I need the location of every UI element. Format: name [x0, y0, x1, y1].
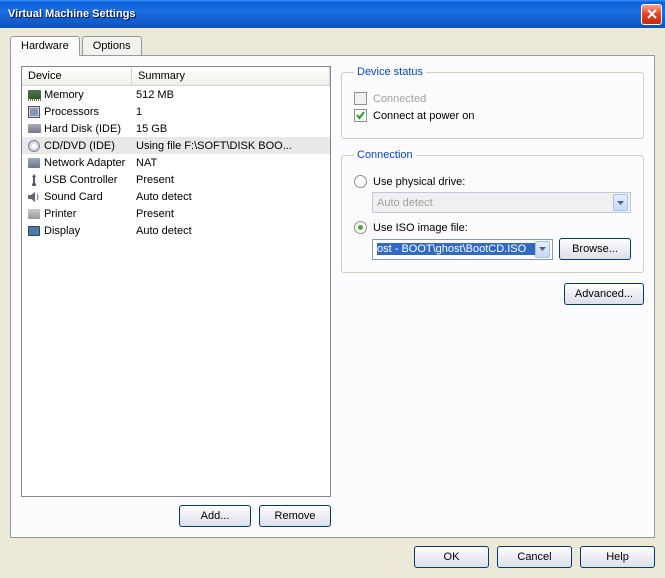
device-name: Memory	[44, 89, 136, 101]
iso-radio[interactable]	[354, 221, 367, 234]
check-icon	[355, 110, 366, 121]
device-name: Network Adapter	[44, 157, 136, 169]
iso-label: Use ISO image file:	[373, 222, 468, 234]
device-name: USB Controller	[44, 174, 136, 186]
connected-row[interactable]: Connected	[354, 92, 631, 105]
device-name: Hard Disk (IDE)	[44, 123, 136, 135]
device-row[interactable]: Network AdapterNAT	[22, 154, 330, 171]
advanced-button[interactable]: Advanced...	[564, 283, 644, 305]
physical-drive-label: Use physical drive:	[373, 176, 465, 188]
device-row[interactable]: DisplayAuto detect	[22, 222, 330, 239]
device-summary: Auto detect	[136, 191, 326, 203]
advanced-row: Advanced...	[341, 283, 644, 305]
device-name: Display	[44, 225, 136, 237]
connected-checkbox	[354, 92, 367, 105]
device-name: Processors	[44, 106, 136, 118]
device-row[interactable]: Processors1	[22, 103, 330, 120]
iso-combo[interactable]: ost - BOOT\ghost\BootCD.ISO	[372, 239, 553, 260]
close-icon	[647, 9, 657, 19]
browse-button[interactable]: Browse...	[559, 238, 631, 260]
ok-button[interactable]: OK	[414, 546, 489, 568]
device-summary: NAT	[136, 157, 326, 169]
physical-drive-row[interactable]: Use physical drive:	[354, 175, 631, 188]
connect-poweron-row[interactable]: Connect at power on	[354, 109, 631, 122]
printer-icon	[26, 207, 42, 221]
left-button-row: Add... Remove	[21, 505, 331, 527]
physical-drive-radio[interactable]	[354, 175, 367, 188]
device-row[interactable]: USB ControllerPresent	[22, 171, 330, 188]
tab-options[interactable]: Options	[82, 36, 142, 56]
col-header-device[interactable]: Device	[22, 67, 132, 86]
device-row[interactable]: Sound CardAuto detect	[22, 188, 330, 205]
usb-icon	[26, 173, 42, 187]
connect-poweron-label: Connect at power on	[373, 110, 475, 122]
device-table-header: Device Summary	[22, 67, 330, 86]
device-status-group: Device status Connected Connect at power…	[341, 66, 644, 139]
help-button[interactable]: Help	[580, 546, 655, 568]
iso-combo-row: ost - BOOT\ghost\BootCD.ISO Browse...	[372, 238, 631, 260]
left-panel: Device Summary Memory512 MBProcessors1Ha…	[21, 66, 331, 527]
connection-legend: Connection	[354, 149, 416, 161]
connect-poweron-checkbox[interactable]	[354, 109, 367, 122]
device-summary: Using file F:\SOFT\DISK BOO...	[136, 140, 326, 152]
connection-group: Connection Use physical drive: Auto dete…	[341, 149, 644, 273]
display-icon	[26, 224, 42, 238]
col-header-summary[interactable]: Summary	[132, 67, 330, 86]
memory-icon	[26, 88, 42, 102]
device-summary: Present	[136, 208, 326, 220]
network-icon	[26, 156, 42, 170]
device-summary: Present	[136, 174, 326, 186]
cancel-button[interactable]: Cancel	[497, 546, 572, 568]
processors-icon	[26, 105, 42, 119]
remove-button[interactable]: Remove	[259, 505, 331, 527]
device-summary: 512 MB	[136, 89, 326, 101]
device-row[interactable]: PrinterPresent	[22, 205, 330, 222]
device-summary: 1	[136, 106, 326, 118]
dialog-footer: OK Cancel Help	[10, 538, 655, 568]
iso-value: ost - BOOT\ghost\BootCD.ISO	[377, 243, 535, 255]
tab-panel: Device Summary Memory512 MBProcessors1Ha…	[10, 55, 655, 538]
physical-drive-value: Auto detect	[377, 197, 613, 209]
chevron-down-icon[interactable]	[535, 241, 550, 258]
physical-drive-combo: Auto detect	[372, 192, 631, 213]
tab-hardware[interactable]: Hardware	[10, 36, 80, 56]
device-summary: 15 GB	[136, 123, 326, 135]
chevron-down-icon	[613, 194, 628, 211]
dialog-content: Hardware Options Device Summary Memory51…	[0, 28, 665, 578]
sound-icon	[26, 190, 42, 204]
device-row[interactable]: Memory512 MB	[22, 86, 330, 103]
close-button[interactable]	[641, 4, 662, 25]
titlebar[interactable]: Virtual Machine Settings	[0, 0, 665, 28]
physical-drive-combo-row: Auto detect	[372, 192, 631, 213]
device-name: Sound Card	[44, 191, 136, 203]
device-row[interactable]: Hard Disk (IDE)15 GB	[22, 120, 330, 137]
device-summary: Auto detect	[136, 225, 326, 237]
cddvd-icon	[26, 139, 42, 153]
device-row[interactable]: CD/DVD (IDE)Using file F:\SOFT\DISK BOO.…	[22, 137, 330, 154]
device-name: CD/DVD (IDE)	[44, 140, 136, 152]
add-button[interactable]: Add...	[179, 505, 251, 527]
right-panel: Device status Connected Connect at power…	[341, 66, 644, 527]
device-table: Device Summary Memory512 MBProcessors1Ha…	[21, 66, 331, 497]
iso-row[interactable]: Use ISO image file:	[354, 221, 631, 234]
tab-strip: Hardware Options	[10, 36, 655, 56]
connected-label: Connected	[373, 93, 426, 105]
window-title: Virtual Machine Settings	[8, 8, 641, 20]
harddisk-icon	[26, 122, 42, 136]
device-status-legend: Device status	[354, 66, 426, 78]
device-name: Printer	[44, 208, 136, 220]
